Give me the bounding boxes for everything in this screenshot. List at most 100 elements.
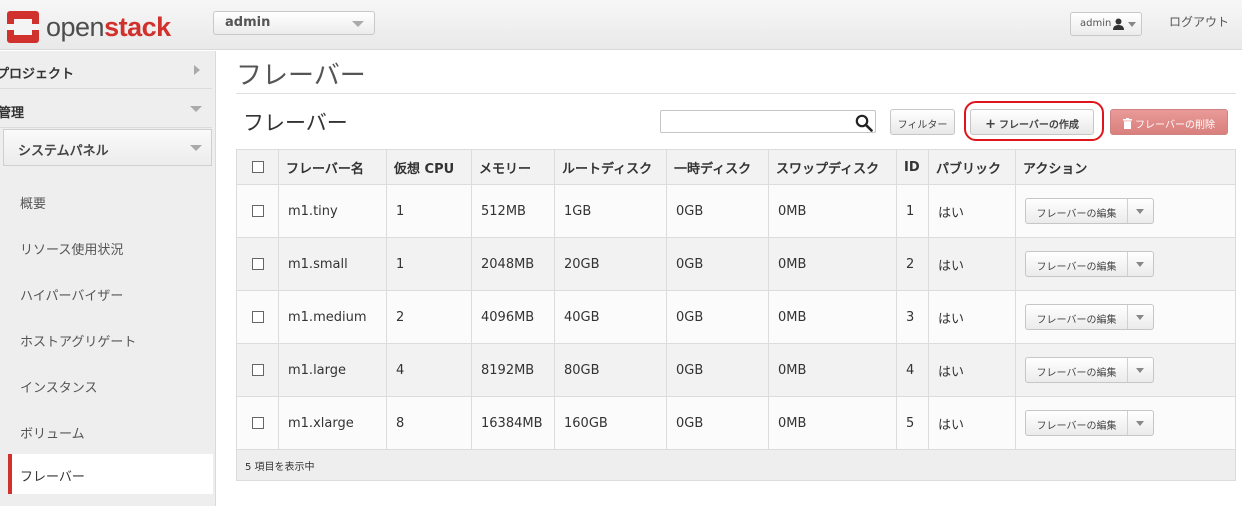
system-panel-header[interactable]: システムパネル [3,129,212,166]
more-actions-toggle[interactable] [1128,358,1153,382]
sidebar-item-resource-usage[interactable]: リソース使用状況 [8,227,213,267]
cell-name: m1.medium [278,290,387,344]
cell-ephemeral-disk: 0GB [666,396,769,450]
openstack-logo[interactable]: open stack [6,10,171,44]
row-select-cell [236,184,279,238]
row-checkbox[interactable] [251,311,264,323]
cell-name: m1.small [278,237,387,291]
logo-word-stack: stack [104,11,171,42]
edit-flavor-button-group: フレーバーの編集 [1025,198,1154,224]
edit-flavor-button[interactable]: フレーバーの編集 [1026,305,1128,329]
edit-flavor-button-group: フレーバーの編集 [1025,410,1154,436]
column-header-swap-disk[interactable]: スワップディスク [768,149,897,185]
cell-ephemeral-disk: 0GB [666,343,769,397]
table-title: フレーバー [243,111,348,135]
filter-button[interactable]: フィルター [890,109,955,135]
cell-swap-disk: 0MB [768,343,897,397]
edit-flavor-button[interactable]: フレーバーの編集 [1026,411,1128,435]
openstack-logo-icon [7,11,39,43]
cell-vcpu: 2 [386,290,472,344]
title-divider [236,93,1236,94]
row-checkbox[interactable] [251,258,264,270]
sidebar-item-volumes[interactable]: ボリューム [8,411,213,451]
item-count: 5 項目を表示中 [236,449,1236,481]
annotation-highlight-circle [964,101,1104,141]
sidebar-section-label: プロジェクト [0,67,75,82]
cell-memory: 4096MB [471,290,555,344]
cell-public: はい [928,343,1016,397]
chevron-down-icon [352,21,364,27]
cell-vcpu: 4 [386,343,472,397]
search-input[interactable] [660,110,876,133]
search-icon[interactable] [855,114,873,132]
logout-link[interactable]: ログアウト [1169,13,1229,30]
sidebar-item-instances[interactable]: インスタンス [8,365,213,405]
top-bar: open stack admin admin ログアウト [0,0,1242,50]
sidebar-item-hypervisors[interactable]: ハイパーバイザー [8,273,213,313]
edit-flavor-button[interactable]: フレーバーの編集 [1026,199,1128,223]
cell-actions: フレーバーの編集 [1015,184,1236,238]
project-selector[interactable]: admin [213,11,375,35]
cell-swap-disk: 0MB [768,396,897,450]
table-header-row: フレーバー名 仮想 CPU メモリー ルートディスク 一時ディスク スワップディ… [236,149,1236,185]
cell-swap-disk: 0MB [768,184,897,238]
edit-flavor-button-group: フレーバーの編集 [1025,304,1154,330]
sidebar-item-overview[interactable]: 概要 [8,181,213,221]
sidebar-section-admin[interactable]: 管理 [0,90,212,128]
cell-name: m1.xlarge [278,396,387,450]
chevron-right-icon [194,65,200,75]
row-select-cell [236,343,279,397]
project-selector-label: admin [225,15,271,30]
cell-root-disk: 1GB [554,184,667,238]
table-row: m1.large 4 8192MB 80GB 0GB 0MB 4 はい フレーバ… [236,343,1236,397]
delete-flavor-button[interactable]: フレーバーの削除 [1110,109,1228,135]
more-actions-toggle[interactable] [1128,199,1153,223]
trash-icon [1123,118,1133,129]
cell-root-disk: 40GB [554,290,667,344]
edit-flavor-button[interactable]: フレーバーの編集 [1026,252,1128,276]
column-header-memory[interactable]: メモリー [471,149,555,185]
user-menu[interactable]: admin [1070,12,1142,36]
more-actions-toggle[interactable] [1128,252,1153,276]
edit-flavor-button-group: フレーバーの編集 [1025,251,1154,277]
row-select-cell [236,396,279,450]
column-header-id[interactable]: ID [896,149,929,185]
cell-vcpu: 1 [386,237,472,291]
chevron-down-icon [190,106,202,112]
sidebar-item-host-aggregates[interactable]: ホストアグリゲート [8,319,213,359]
cell-public: はい [928,396,1016,450]
column-header-root-disk[interactable]: ルートディスク [554,149,667,185]
page-title: フレーバー [236,61,366,91]
row-checkbox[interactable] [251,417,264,429]
cell-ephemeral-disk: 0GB [666,290,769,344]
row-checkbox[interactable] [251,205,264,217]
column-header-public[interactable]: パブリック [928,149,1016,185]
table-footer-row: 5 項目を表示中 [236,449,1236,481]
sidebar-item-flavors[interactable]: フレーバー [8,454,213,494]
cell-vcpu: 8 [386,396,472,450]
cell-swap-disk: 0MB [768,290,897,344]
chevron-down-icon [190,145,202,151]
column-header-ephemeral-disk[interactable]: 一時ディスク [666,149,769,185]
more-actions-toggle[interactable] [1128,411,1153,435]
row-checkbox[interactable] [251,364,264,376]
cell-id: 3 [896,290,929,344]
user-icon [1113,18,1124,30]
cell-public: はい [928,290,1016,344]
sidebar-section-project[interactable]: プロジェクト [0,51,212,89]
chevron-down-icon [1136,315,1144,320]
cell-vcpu: 1 [386,184,472,238]
select-all-checkbox[interactable] [251,161,264,173]
column-header-name[interactable]: フレーバー名 [278,149,387,185]
cell-name: m1.large [278,343,387,397]
more-actions-toggle[interactable] [1128,305,1153,329]
column-header-actions: アクション [1015,149,1236,185]
cell-memory: 512MB [471,184,555,238]
system-panel-label: システムパネル [18,144,109,159]
cell-root-disk: 20GB [554,237,667,291]
cell-actions: フレーバーの編集 [1015,396,1236,450]
column-header-vcpu[interactable]: 仮想 CPU [386,149,472,185]
edit-flavor-button[interactable]: フレーバーの編集 [1026,358,1128,382]
logo-word-open: open [46,11,105,42]
row-select-cell [236,237,279,291]
